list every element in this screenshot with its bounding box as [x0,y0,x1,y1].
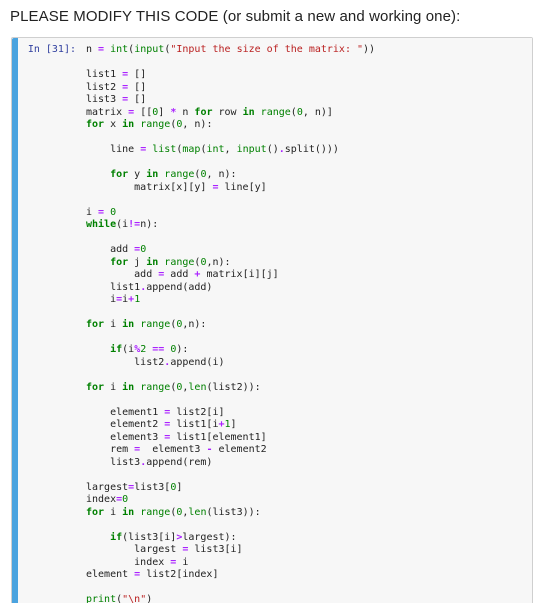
page-root: PLEASE MODIFY THIS CODE (or submit a new… [0,0,544,603]
code-area[interactable]: n = int(input("Input the size of the mat… [82,38,532,603]
page-title: PLEASE MODIFY THIS CODE (or submit a new… [10,8,534,25]
input-prompt: In [31]: [12,38,82,603]
code-block: n = int(input("Input the size of the mat… [86,44,524,603]
jupyter-code-cell: In [31]: n = int(input("Input the size o… [11,37,533,603]
